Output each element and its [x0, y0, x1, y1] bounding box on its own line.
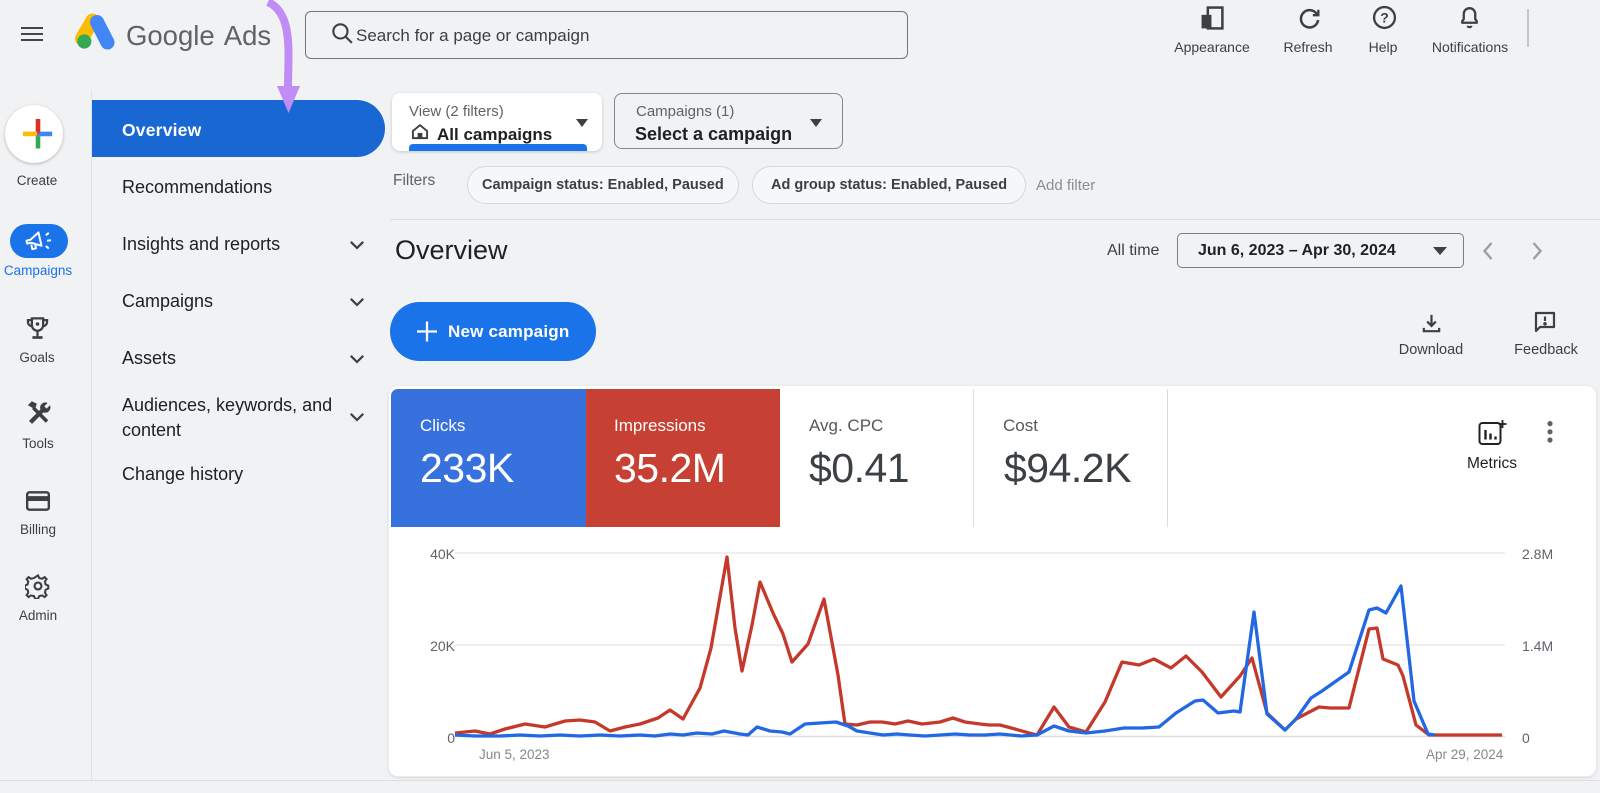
svg-text:?: ?: [1380, 10, 1389, 26]
